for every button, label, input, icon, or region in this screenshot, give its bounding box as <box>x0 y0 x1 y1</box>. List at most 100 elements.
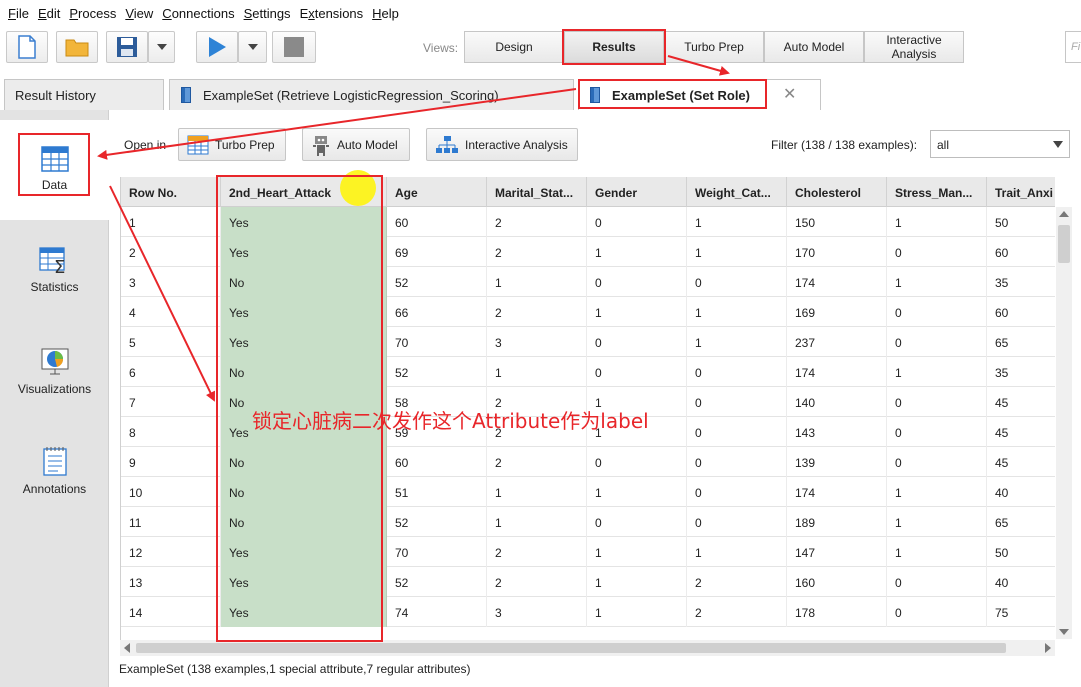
table-cell: 160 <box>787 567 887 597</box>
menu-item[interactable]: Help <box>369 6 405 21</box>
column-header[interactable]: Row No. <box>121 177 221 207</box>
table-cell: 1 <box>587 477 687 507</box>
menu-item[interactable]: Extensions <box>297 6 370 21</box>
scroll-right-icon[interactable] <box>1045 643 1051 653</box>
table-cell: 170 <box>787 237 887 267</box>
table-cell: 2 <box>487 207 587 237</box>
save-process-button[interactable] <box>106 31 148 63</box>
column-header[interactable]: Stress_Man... <box>887 177 987 207</box>
cursor-highlight <box>340 170 376 206</box>
column-header[interactable]: Age <box>387 177 487 207</box>
view-turbo-prep-button[interactable]: Turbo Prep <box>664 31 764 63</box>
open-process-button[interactable] <box>56 31 98 63</box>
sidebar-item-statistics[interactable]: Σ Statistics <box>0 220 109 320</box>
table-cell: 9 <box>121 447 221 477</box>
menu-item[interactable]: Connections <box>159 6 240 21</box>
column-header[interactable]: Weight_Cat... <box>687 177 787 207</box>
vertical-scrollbar[interactable] <box>1056 207 1072 639</box>
stop-button[interactable] <box>272 31 316 63</box>
sidebar-item-label: Visualizations <box>17 382 92 396</box>
menu-item[interactable]: View <box>122 6 159 21</box>
table-cell: Yes <box>221 567 387 597</box>
table-row[interactable]: 5 Yes 70 3 0 1 237 0 65 <box>121 327 1055 357</box>
column-header[interactable]: Cholesterol <box>787 177 887 207</box>
table-row[interactable]: 14 Yes 74 3 1 2 178 0 75 <box>121 597 1055 627</box>
view-interactive-analysis-button[interactable]: Interactive Analysis <box>864 31 964 63</box>
table-cell: 0 <box>587 447 687 477</box>
menu-item[interactable]: Process <box>66 6 122 21</box>
table-cell: 1 <box>587 537 687 567</box>
table-row[interactable]: 1 Yes 60 2 0 1 150 1 50 <box>121 207 1055 237</box>
table-row[interactable]: 6 No 52 1 0 0 174 1 35 <box>121 357 1055 387</box>
filter-select[interactable]: all <box>930 130 1070 158</box>
pie-chart-icon <box>41 348 68 375</box>
scroll-thumb[interactable] <box>1058 225 1070 263</box>
view-results-button[interactable]: Results <box>564 31 664 63</box>
column-header[interactable]: Trait_Anxi <box>987 177 1055 207</box>
table-cell: 0 <box>687 357 787 387</box>
table-cell: 1 <box>887 477 987 507</box>
table-row[interactable]: 12 Yes 70 2 1 1 147 1 50 <box>121 537 1055 567</box>
view-design-button[interactable]: Design <box>464 31 564 63</box>
menu-item[interactable]: Settings <box>241 6 297 21</box>
sidebar-item-annotations[interactable]: Annotations <box>0 420 109 520</box>
table-cell: 1 <box>587 567 687 597</box>
scroll-thumb[interactable] <box>136 643 1006 653</box>
tab-exampleset-retrieve[interactable]: ExampleSet (Retrieve LogisticRegression_… <box>169 79 574 110</box>
menu-bar: File Edit Process View Connections Settings Ex… <box>0 0 1081 26</box>
run-dropdown-button[interactable] <box>238 31 267 63</box>
open-in-label: Open in <box>124 138 167 152</box>
table-row[interactable]: 3 No 52 1 0 0 174 1 35 <box>121 267 1055 297</box>
table-cell: 1 <box>587 297 687 327</box>
folder-icon <box>65 39 89 57</box>
button-label: Interactive Analysis <box>465 137 568 152</box>
run-button[interactable] <box>196 31 238 63</box>
open-turbo-prep-button[interactable]: Turbo Prep <box>178 128 286 161</box>
table-row[interactable]: 2 Yes 69 2 1 1 170 0 60 <box>121 237 1055 267</box>
table-cell: 1 <box>121 207 221 237</box>
menu-item[interactable]: Edit <box>35 6 66 21</box>
table-cell: Yes <box>221 327 387 357</box>
table-cell: 1 <box>487 507 587 537</box>
sidebar-item-label: Data <box>41 178 68 192</box>
button-label: Auto Model <box>337 137 398 152</box>
table-row[interactable]: 10 No 51 1 1 0 174 1 40 <box>121 477 1055 507</box>
horizontal-scrollbar[interactable] <box>120 640 1055 656</box>
filter-value: all <box>937 138 950 152</box>
menu-item[interactable]: File <box>5 6 35 21</box>
table-cell: 174 <box>787 357 887 387</box>
column-header[interactable]: Marital_Stat... <box>487 177 587 207</box>
chevron-down-icon <box>156 44 167 50</box>
filter-label: Filter (138 / 138 examples): <box>771 138 918 152</box>
table-cell: 139 <box>787 447 887 477</box>
table-cell: 143 <box>787 417 887 447</box>
scroll-up-icon[interactable] <box>1059 211 1069 217</box>
table-row[interactable]: 11 No 52 1 0 0 189 1 65 <box>121 507 1055 537</box>
close-icon[interactable]: ✕ <box>783 84 796 104</box>
table-cell: 1 <box>487 477 587 507</box>
sidebar-item-visualizations[interactable]: Visualizations <box>0 320 109 420</box>
table-row[interactable]: 4 Yes 66 2 1 1 169 0 60 <box>121 297 1055 327</box>
table-cell: 5 <box>121 327 221 357</box>
open-auto-model-button[interactable]: Auto Model <box>302 128 410 161</box>
scroll-down-icon[interactable] <box>1059 629 1069 635</box>
table-row[interactable]: 9 No 60 2 0 0 139 0 45 <box>121 447 1055 477</box>
view-auto-model-button[interactable]: Auto Model <box>764 31 864 63</box>
new-process-button[interactable] <box>6 31 48 63</box>
tab-label: Result History <box>15 87 96 103</box>
table-cell: 8 <box>121 417 221 447</box>
open-interactive-analysis-button[interactable]: Interactive Analysis <box>426 128 578 161</box>
save-dropdown-button[interactable] <box>148 31 175 63</box>
scroll-left-icon[interactable] <box>124 643 130 653</box>
tab-result-history[interactable]: Result History <box>4 79 164 110</box>
table-cell: 75 <box>987 597 1055 627</box>
annotation-note: 锁定心脏病二次发作这个Attribute作为label <box>252 409 649 433</box>
column-header[interactable]: Gender <box>587 177 687 207</box>
table-cell: 1 <box>887 537 987 567</box>
table-cell: 66 <box>387 297 487 327</box>
search-input[interactable]: Fi <box>1065 31 1081 63</box>
table-row[interactable]: 13 Yes 52 2 1 2 160 0 40 <box>121 567 1055 597</box>
table-cell: 50 <box>987 537 1055 567</box>
table-cell: 174 <box>787 267 887 297</box>
sidebar-item-data[interactable]: Data <box>0 120 109 220</box>
